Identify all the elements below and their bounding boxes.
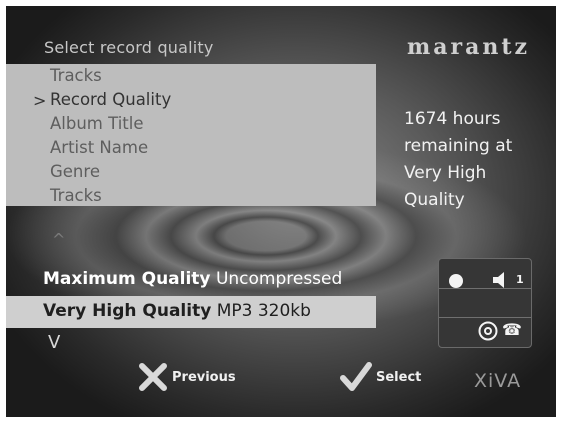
menu-item-album-title[interactable]: Album Title bbox=[50, 114, 143, 133]
status-divider bbox=[439, 288, 531, 289]
remaining-line-4: Quality bbox=[404, 190, 465, 210]
quality-name: Maximum Quality bbox=[43, 269, 211, 289]
scroll-up-icon[interactable]: ^ bbox=[52, 230, 65, 249]
previous-label: Previous bbox=[172, 369, 236, 385]
select-label: Select bbox=[376, 369, 422, 385]
menu-item-tracks-top[interactable]: Tracks bbox=[50, 66, 102, 85]
menu-item-artist-name[interactable]: Artist Name bbox=[50, 138, 148, 157]
check-icon bbox=[340, 362, 372, 391]
volume-level: 1 bbox=[516, 273, 524, 286]
menu-item-tracks-bottom[interactable]: Tracks bbox=[50, 186, 102, 205]
remaining-line-2: remaining at bbox=[404, 136, 513, 156]
menu-panel: Tracks > Record Quality Album Title Arti… bbox=[6, 64, 376, 206]
quality-option-label: Maximum Quality Uncompressed bbox=[43, 269, 342, 289]
quality-detail: MP3 320kb bbox=[216, 301, 311, 321]
quality-name: Very High Quality bbox=[43, 301, 212, 321]
quality-option-label: Very High Quality MP3 320kb bbox=[43, 301, 311, 321]
disc-icon bbox=[478, 321, 498, 341]
tv-screen: Select record quality marantz Tracks > R… bbox=[6, 6, 556, 417]
remaining-line-1: 1674 hours bbox=[404, 109, 501, 129]
select-button[interactable]: Select bbox=[340, 362, 421, 392]
menu-item-record-quality[interactable]: Record Quality bbox=[50, 90, 171, 109]
page-title: Select record quality bbox=[44, 38, 214, 57]
xiva-logo: XiVA bbox=[474, 370, 522, 392]
status-panel: 1 ☎ bbox=[438, 258, 532, 348]
x-icon bbox=[139, 363, 167, 391]
quality-detail: Uncompressed bbox=[215, 269, 343, 289]
phone-icon: ☎ bbox=[502, 320, 522, 339]
record-dot-icon bbox=[449, 274, 463, 288]
remaining-time-info: 1674 hours remaining at Very High Qualit… bbox=[404, 106, 544, 214]
previous-button[interactable]: Previous bbox=[138, 362, 236, 392]
selection-caret-icon: > bbox=[33, 91, 47, 110]
speaker-icon bbox=[493, 272, 504, 288]
remaining-line-3: Very High bbox=[404, 163, 487, 183]
scroll-down-icon[interactable]: V bbox=[48, 332, 60, 353]
menu-item-genre[interactable]: Genre bbox=[50, 162, 100, 181]
quality-option-maximum[interactable]: Maximum Quality Uncompressed bbox=[6, 264, 366, 296]
brand-logo: marantz bbox=[406, 34, 530, 60]
quality-option-very-high[interactable]: Very High Quality MP3 320kb bbox=[6, 296, 376, 328]
status-divider bbox=[439, 317, 531, 318]
